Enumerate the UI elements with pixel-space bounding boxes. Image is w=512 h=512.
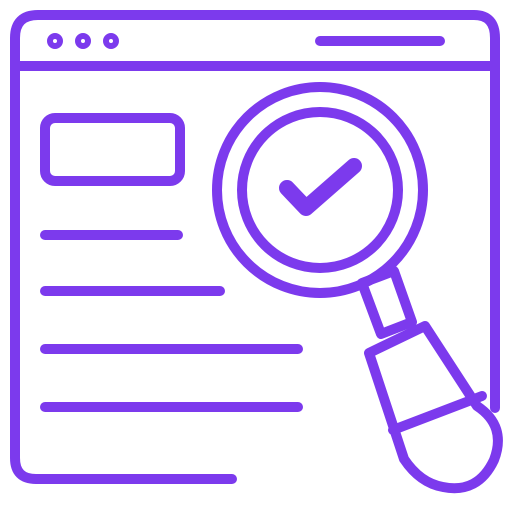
window-controls xyxy=(47,33,119,49)
window-dot-icon xyxy=(47,33,63,49)
window-dot-icon xyxy=(103,33,119,49)
magnifier-neck xyxy=(357,266,417,339)
web-search-illustration xyxy=(0,0,512,512)
magnifier-handle xyxy=(364,321,503,494)
magnifier xyxy=(212,82,503,494)
web-page-search-check-icon xyxy=(10,10,503,494)
content-header-box xyxy=(40,113,185,186)
check-icon xyxy=(279,158,362,216)
magnifier-handle-band xyxy=(388,391,487,435)
window-dot-icon xyxy=(75,33,91,49)
